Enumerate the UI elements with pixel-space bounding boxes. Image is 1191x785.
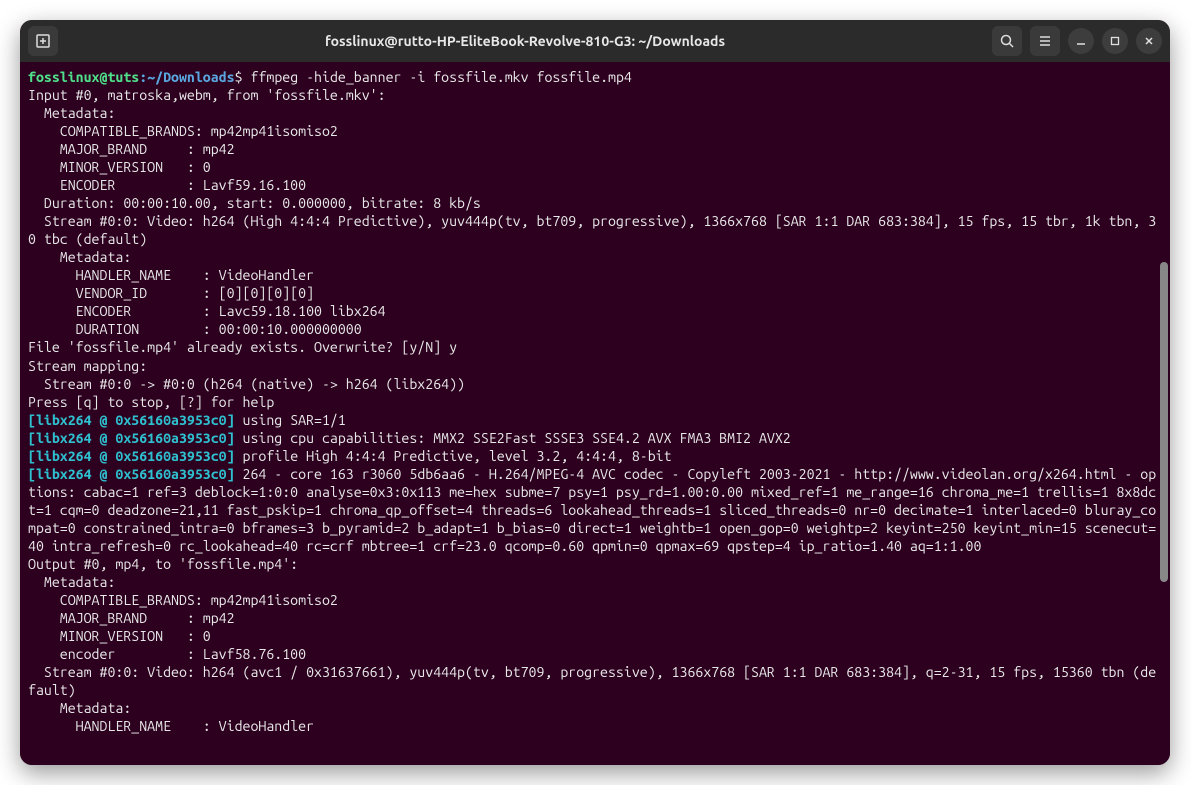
- output-line: Metadata:: [28, 574, 115, 590]
- libx264-tag: [libx264 @ 0x56160a3953c0]: [28, 448, 235, 464]
- new-tab-button[interactable]: [28, 26, 58, 56]
- output-line: Input #0, matroska,webm, from 'fossfile.…: [28, 87, 386, 103]
- output-line: Stream mapping:: [28, 358, 147, 374]
- output-line: using SAR=1/1: [235, 412, 346, 428]
- output-line: MAJOR_BRAND : mp42: [28, 610, 235, 626]
- output-line: HANDLER_NAME : VideoHandler: [28, 267, 314, 283]
- libx264-tag: [libx264 @ 0x56160a3953c0]: [28, 466, 235, 482]
- menu-button[interactable]: [1030, 26, 1060, 56]
- scrollbar-thumb[interactable]: [1160, 262, 1168, 582]
- output-line: ENCODER : Lavc59.18.100 libx264: [28, 303, 386, 319]
- libx264-tag: [libx264 @ 0x56160a3953c0]: [28, 430, 235, 446]
- minimize-icon: [1075, 35, 1087, 47]
- output-line: DURATION : 00:00:10.000000000: [28, 321, 362, 337]
- minimize-button[interactable]: [1068, 28, 1094, 54]
- output-line: Stream #0:0 -> #0:0 (h264 (native) -> h2…: [28, 376, 465, 392]
- output-line: encoder : Lavf58.76.100: [28, 646, 306, 662]
- output-line: MINOR_VERSION : 0: [28, 628, 211, 644]
- output-line: Output #0, mp4, to 'fossfile.mp4':: [28, 556, 298, 572]
- maximize-icon: [1109, 35, 1121, 47]
- output-line: Stream #0:0: Video: h264 (High 4:4:4 Pre…: [28, 213, 1156, 247]
- prompt-userhost: fosslinux@tuts: [28, 69, 139, 85]
- output-line: Metadata:: [28, 249, 131, 265]
- output-line: Duration: 00:00:10.00, start: 0.000000, …: [28, 195, 481, 211]
- close-icon: [1143, 35, 1155, 47]
- libx264-tag: [libx264 @ 0x56160a3953c0]: [28, 412, 235, 428]
- output-line: Stream #0:0: Video: h264 (avc1 / 0x31637…: [28, 664, 1156, 698]
- output-line: HANDLER_NAME : VideoHandler: [28, 718, 314, 734]
- output-line: MINOR_VERSION : 0: [28, 159, 211, 175]
- output-line: ENCODER : Lavf59.16.100: [28, 177, 306, 193]
- close-button[interactable]: [1136, 28, 1162, 54]
- output-line: MAJOR_BRAND : mp42: [28, 141, 235, 157]
- output-line: Metadata:: [28, 105, 115, 121]
- prompt-colon: :: [139, 69, 147, 85]
- prompt-dollar: $: [235, 69, 243, 85]
- output-line: Metadata:: [28, 700, 131, 716]
- maximize-button[interactable]: [1102, 28, 1128, 54]
- output-line: VENDOR_ID : [0][0][0][0]: [28, 285, 314, 301]
- window-title: fosslinux@rutto-HP-EliteBook-Revolve-810…: [58, 33, 992, 49]
- search-icon: [999, 33, 1015, 49]
- hamburger-icon: [1037, 33, 1053, 49]
- output-line: COMPATIBLE_BRANDS: mp42mp41isomiso2: [28, 123, 338, 139]
- prompt-path: ~/Downloads: [147, 69, 234, 85]
- new-tab-icon: [35, 33, 51, 49]
- output-line: File 'fossfile.mp4' already exists. Over…: [28, 339, 457, 355]
- titlebar: fosslinux@rutto-HP-EliteBook-Revolve-810…: [20, 20, 1170, 62]
- search-button[interactable]: [992, 26, 1022, 56]
- output-line: using cpu capabilities: MMX2 SSE2Fast SS…: [235, 430, 791, 446]
- output-line: Press [q] to stop, [?] for help: [28, 394, 274, 410]
- command-text: ffmpeg -hide_banner -i fossfile.mkv foss…: [251, 69, 632, 85]
- output-line: COMPATIBLE_BRANDS: mp42mp41isomiso2: [28, 592, 338, 608]
- terminal-output[interactable]: fosslinux@tuts:~/Downloads$ ffmpeg -hide…: [20, 62, 1170, 765]
- output-line: profile High 4:4:4 Predictive, level 3.2…: [235, 448, 672, 464]
- terminal-window: fosslinux@rutto-HP-EliteBook-Revolve-810…: [20, 20, 1170, 765]
